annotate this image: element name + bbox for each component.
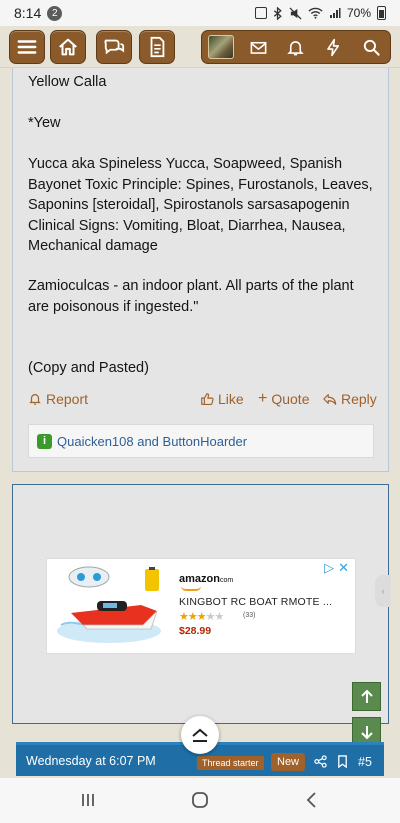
home-button[interactable] (50, 30, 86, 64)
reply-icon (323, 394, 337, 405)
bluetooth-icon (273, 6, 282, 20)
adchoices-icon[interactable]: ▷ (324, 560, 334, 576)
search-icon (363, 39, 380, 56)
nfc-icon (254, 7, 267, 19)
reactions-bar[interactable]: i Quaicken108 and ButtonHoarder (28, 424, 374, 458)
battery-icon (377, 6, 386, 20)
scroll-up-button[interactable] (352, 682, 381, 711)
status-time: 8:14 (14, 5, 42, 21)
signal-icon (329, 8, 341, 18)
star-icon: ★ (179, 611, 189, 623)
search-button[interactable] (352, 31, 390, 63)
bookmark-icon[interactable] (336, 755, 349, 768)
post-actions: Report Like + Quote Reply (28, 390, 377, 411)
post-paragraph: Zamioculcas - an indoor plant. All parts… (28, 278, 354, 315)
recent-apps-icon (82, 794, 94, 806)
thumbs-up-icon (201, 393, 214, 405)
back-button[interactable] (302, 790, 322, 810)
recent-apps-button[interactable] (78, 790, 98, 810)
rating-stars: ★★★★★ (179, 610, 225, 623)
wifi-icon (308, 7, 323, 19)
star-icon: ★ (187, 611, 198, 623)
user-nav-group (201, 30, 391, 64)
rc-boat-product-image (57, 566, 161, 643)
whats-new-bolt-button[interactable] (315, 31, 353, 63)
home-nav-button[interactable] (190, 790, 210, 810)
plus-icon: + (258, 390, 268, 407)
report-label: Report (46, 391, 89, 407)
post-paragraph: *Yew (28, 115, 61, 131)
like-label: Like (218, 391, 244, 407)
forum-navbar (0, 26, 400, 68)
post-paragraph: (Copy and Pasted) (28, 360, 149, 376)
account-button[interactable] (202, 31, 240, 63)
ad-choices[interactable]: ▷ ✕ (324, 560, 349, 576)
reply-label: Reply (341, 391, 377, 407)
chevron-up-icon (192, 728, 208, 742)
ad-product-title[interactable]: KINGBOT RC BOAT RMOTE ... (179, 596, 332, 608)
ad-container: ▷ ✕ amazoncom KINGBOT RC BOAT RMOTE ... … (12, 484, 389, 724)
star-icon: ★ (205, 611, 216, 623)
inbox-button[interactable] (240, 31, 278, 63)
home-circle-icon (192, 792, 208, 808)
document-icon (150, 36, 165, 58)
chat-icon (104, 39, 125, 55)
informative-reaction-icon: i (37, 433, 52, 449)
alerts-button[interactable] (277, 31, 315, 63)
quote-label: Quote (271, 391, 310, 407)
post-paragraph: Yucca aka Spineless Yucca, Soapweed, Spa… (28, 156, 373, 254)
report-button[interactable]: Report (28, 391, 88, 407)
bell-icon (287, 40, 305, 55)
whats-new-button[interactable] (139, 30, 175, 64)
notification-count-badge: 2 (47, 5, 63, 21)
amazon-logo: amazoncom (179, 573, 234, 585)
star-icon: ★ (214, 611, 225, 623)
close-icon[interactable]: ✕ (338, 560, 349, 576)
quote-button[interactable]: + Quote (258, 390, 310, 408)
post-number[interactable]: #5 (358, 755, 372, 769)
avatar (207, 35, 234, 59)
system-nav-bar (0, 778, 400, 823)
reply-button[interactable]: Reply (323, 391, 377, 407)
status-icons: 70% (254, 6, 386, 20)
post-timestamp[interactable]: Wednesday at 6:07 PM (26, 754, 156, 768)
arrow-down-icon (360, 725, 373, 739)
side-drawer-handle[interactable]: ‹ (375, 575, 391, 607)
scroll-to-top-button[interactable] (181, 716, 219, 754)
battery-percent: 70% (346, 6, 371, 20)
arrow-up-icon (360, 689, 373, 703)
forums-button[interactable] (96, 30, 132, 64)
menu-icon (17, 40, 37, 54)
post-paragraph: Yellow Calla (28, 74, 107, 90)
menu-button[interactable] (9, 30, 45, 64)
post-message: Yellow Calla *Yew Yucca aka Spineless Yu… (12, 68, 389, 472)
status-bar: 8:14 2 70% (0, 0, 400, 26)
home-icon (59, 38, 77, 56)
share-icon[interactable] (314, 755, 327, 768)
star-icon: ★ (196, 611, 207, 623)
amazon-smile-icon (181, 586, 201, 591)
bolt-icon (327, 38, 340, 56)
back-icon (306, 792, 316, 808)
mute-icon (289, 6, 302, 20)
ad-price: $28.99 (179, 625, 212, 637)
new-badge: New (271, 753, 306, 771)
like-button[interactable]: Like (200, 391, 244, 407)
bell-icon (29, 394, 41, 405)
reactions-users[interactable]: Quaicken108 and ButtonHoarder (57, 434, 247, 449)
mail-icon (250, 41, 267, 54)
amazon-ad[interactable]: ▷ ✕ amazoncom KINGBOT RC BOAT RMOTE ... … (46, 558, 356, 654)
rating-count: (33) (243, 612, 256, 619)
thread-starter-badge: Thread starter (197, 756, 264, 770)
